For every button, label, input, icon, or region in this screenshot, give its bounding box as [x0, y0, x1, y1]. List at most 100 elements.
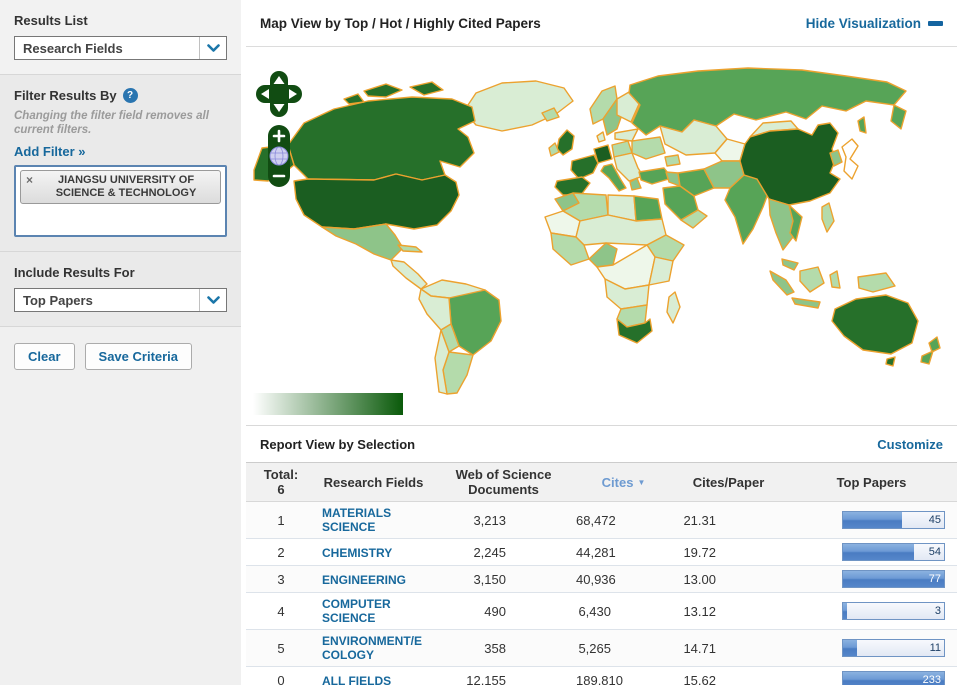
map-view-title: Map View by Top / Hot / Highly Cited Pap… — [260, 15, 541, 31]
filter-by-heading: Filter Results By — [14, 88, 117, 103]
column-header-cites-per-paper[interactable]: Cites/Paper — [671, 463, 786, 501]
row-field-link[interactable]: ENGINEERING — [322, 573, 406, 587]
row-rank: 4 — [277, 603, 285, 619]
total-count: Total: 6 — [246, 463, 316, 501]
total-value: 6 — [277, 482, 285, 497]
row-docs: 358 — [484, 640, 506, 656]
top-papers-bar-value: 77 — [928, 573, 941, 585]
top-papers-bar-fill — [843, 512, 902, 528]
top-papers-bar: 233 — [842, 671, 945, 685]
top-papers-bar: 77 — [842, 570, 945, 588]
row-rank: 3 — [277, 571, 285, 587]
help-icon[interactable]: ? — [122, 88, 138, 103]
row-field-link[interactable]: ENVIRONMENT/ECOLOGY — [322, 634, 427, 662]
row-cites-per-paper: 15.62 — [683, 672, 716, 685]
column-header-cites[interactable]: Cites ▼ — [576, 463, 671, 501]
total-label: Total: — [263, 467, 299, 482]
top-papers-bar-value: 11 — [929, 642, 941, 654]
column-header-research-fields[interactable]: Research Fields — [316, 463, 431, 501]
row-cites: 40,936 — [576, 571, 616, 587]
row-docs: 3,150 — [473, 571, 506, 587]
top-papers-bar: 45 — [842, 511, 945, 529]
row-cites-per-paper: 21.31 — [683, 512, 716, 528]
report-table-body: 1 MATERIALS SCIENCE 3,213 68,472 21.31 4… — [246, 502, 957, 685]
top-papers-bar-fill — [843, 640, 858, 656]
top-papers-bar-value: 45 — [928, 514, 941, 526]
row-docs: 490 — [484, 603, 506, 619]
row-rank: 0 — [277, 672, 285, 685]
row-cites: 5,265 — [578, 640, 611, 656]
include-results-section: Include Results For Top Papers — [0, 252, 241, 327]
top-papers-bar-value: 54 — [928, 546, 941, 558]
top-papers-bar-value: 3 — [934, 605, 941, 617]
top-papers-bar-value: 233 — [922, 674, 941, 685]
world-choropleth-map[interactable] — [246, 49, 957, 399]
row-docs: 2,245 — [473, 544, 506, 560]
remove-filter-icon[interactable]: × — [26, 174, 33, 187]
row-field-link[interactable]: COMPUTER SCIENCE — [322, 597, 427, 625]
row-rank: 5 — [277, 640, 285, 656]
main-panel: Map View by Top / Hot / Highly Cited Pap… — [246, 0, 957, 685]
row-cites-per-paper: 19.72 — [683, 544, 716, 560]
top-papers-bar: 54 — [842, 543, 945, 561]
row-field-link[interactable]: MATERIALS SCIENCE — [322, 506, 427, 534]
results-list-dropdown[interactable]: Research Fields — [14, 36, 227, 60]
clear-button[interactable]: Clear — [14, 343, 75, 370]
results-list-section: Results List Research Fields — [0, 0, 241, 75]
map-view-header: Map View by Top / Hot / Highly Cited Pap… — [246, 0, 957, 47]
row-field-link[interactable]: ALL FIELDS — [322, 674, 391, 685]
actions-section: Clear Save Criteria — [0, 327, 241, 384]
map-color-legend — [253, 393, 403, 415]
table-row: 0 ALL FIELDS 12,155 189,810 15.62 233 — [246, 667, 957, 685]
hide-visualization-link[interactable]: Hide Visualization — [806, 16, 943, 31]
top-papers-bar-fill — [843, 603, 848, 619]
row-cites: 6,430 — [578, 603, 611, 619]
filters-sidebar: Results List Research Fields Filter Resu… — [0, 0, 241, 685]
results-list-heading: Results List — [14, 13, 88, 28]
filter-note: Changing the filter field removes all cu… — [14, 110, 209, 136]
top-papers-bar: 3 — [842, 602, 945, 620]
row-cites-per-paper: 13.00 — [683, 571, 716, 587]
report-view-title: Report View by Selection — [260, 436, 416, 452]
table-row: 4 COMPUTER SCIENCE 490 6,430 13.12 3 — [246, 593, 957, 630]
row-docs: 3,213 — [473, 512, 506, 528]
map-zoom-control[interactable] — [268, 125, 290, 187]
filter-tag-label: JIANGSU UNIVERSITY OF SCIENCE & TECHNOLO… — [55, 174, 197, 199]
results-list-value: Research Fields — [23, 41, 123, 56]
include-results-dropdown[interactable]: Top Papers — [14, 288, 227, 312]
filter-tag[interactable]: × JIANGSU UNIVERSITY OF SCIENCE & TECHNO… — [20, 170, 221, 204]
chevron-down-icon — [199, 289, 226, 311]
hide-visualization-label: Hide Visualization — [805, 15, 921, 31]
globe-icon — [269, 146, 289, 166]
sort-desc-icon: ▼ — [637, 477, 646, 487]
map-area — [246, 47, 957, 425]
table-row: 1 MATERIALS SCIENCE 3,213 68,472 21.31 4… — [246, 502, 957, 539]
map-pan-control[interactable] — [256, 71, 302, 117]
filter-box[interactable]: × JIANGSU UNIVERSITY OF SCIENCE & TECHNO… — [14, 165, 227, 237]
chevron-down-icon — [199, 37, 226, 59]
include-results-heading: Include Results For — [14, 265, 135, 280]
row-rank: 2 — [277, 544, 285, 560]
row-cites-per-paper: 14.71 — [683, 640, 716, 656]
add-filter-link[interactable]: Add Filter » — [14, 144, 86, 159]
row-rank: 1 — [277, 512, 285, 528]
report-table: Total: 6 Research Fields Web of Science … — [246, 462, 957, 685]
row-cites: 44,281 — [576, 544, 616, 560]
column-header-documents[interactable]: Web of Science Documents — [431, 463, 576, 501]
table-row: 5 ENVIRONMENT/ECOLOGY 358 5,265 14.71 11 — [246, 630, 957, 667]
save-criteria-button[interactable]: Save Criteria — [84, 343, 193, 370]
row-cites-per-paper: 13.12 — [683, 603, 716, 619]
top-papers-bar-fill — [843, 544, 914, 560]
table-row: 3 ENGINEERING 3,150 40,936 13.00 77 — [246, 566, 957, 593]
table-row: 2 CHEMISTRY 2,245 44,281 19.72 54 — [246, 539, 957, 566]
include-results-value: Top Papers — [23, 293, 93, 308]
row-cites: 68,472 — [576, 512, 616, 528]
filter-section: Filter Results By ? Changing the filter … — [0, 75, 241, 252]
minus-icon — [928, 20, 943, 26]
table-header-row: Total: 6 Research Fields Web of Science … — [246, 462, 957, 502]
column-header-top-papers[interactable]: Top Papers — [786, 463, 957, 501]
customize-link[interactable]: Customize — [877, 437, 943, 452]
row-docs: 12,155 — [466, 672, 506, 685]
row-cites: 189,810 — [576, 672, 623, 685]
row-field-link[interactable]: CHEMISTRY — [322, 546, 392, 560]
